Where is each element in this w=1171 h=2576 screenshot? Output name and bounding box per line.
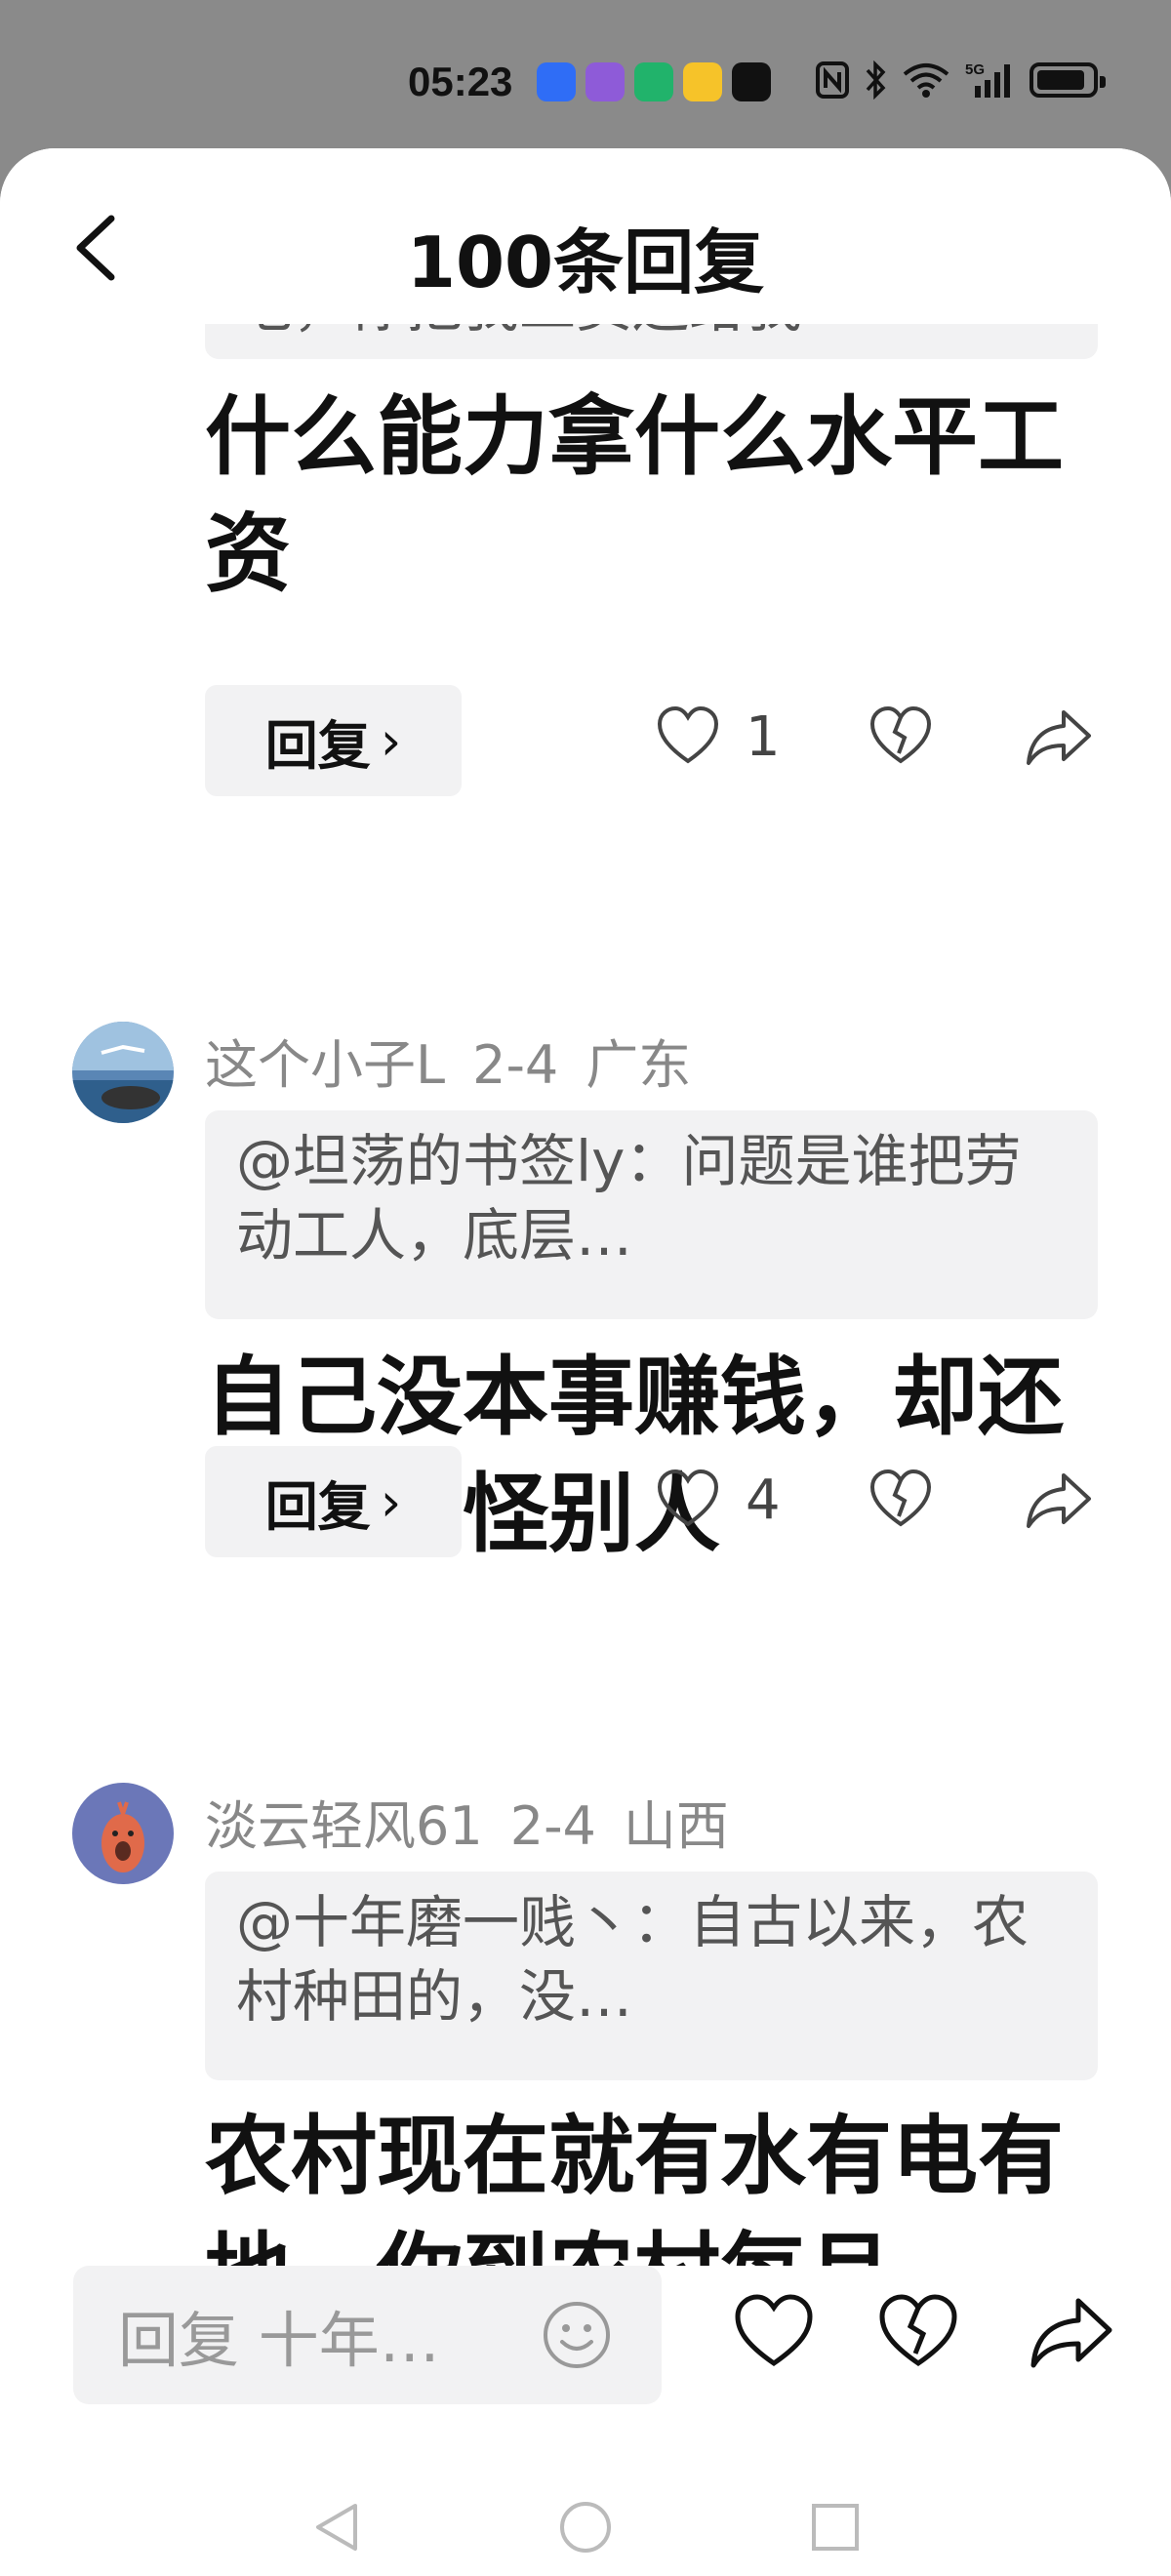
username[interactable]: 这个小子L (205, 1034, 445, 1096)
nav-home-circle-icon[interactable] (558, 2500, 613, 2555)
battery-icon (1030, 62, 1106, 98)
avatar[interactable] (72, 1783, 174, 1884)
sheet-header: 100条回复 (0, 148, 1171, 324)
reply-button[interactable]: 回复 › (205, 1446, 462, 1557)
tiktok-app-icon (732, 62, 771, 101)
comment-body: 什么能力拿什么水平工资 (205, 386, 1065, 604)
reply-input[interactable]: 回复 十年… (73, 2266, 662, 2404)
emoji-icon[interactable] (541, 2299, 613, 2371)
reply-button[interactable]: 回复 › (205, 685, 462, 796)
system-icons: 5G (815, 60, 1106, 100)
battery-level (1037, 70, 1084, 90)
chevron-right-icon: › (380, 1470, 402, 1533)
heart-icon (657, 705, 719, 764)
nav-recents-square-icon[interactable] (810, 2502, 861, 2553)
share-icon[interactable] (1025, 1468, 1093, 1532)
share-icon[interactable] (1025, 704, 1093, 769)
heart-icon (657, 1469, 719, 1527)
comment-location: 广东 (586, 1034, 692, 1096)
bottom-action-bar: 回复 十年… (0, 2266, 1171, 2432)
network-label: 5G (965, 61, 985, 78)
quoted-reply[interactable]: @坦荡的书签ly：问题是谁把劳动工人，底层… (205, 1110, 1098, 1319)
nav-back-triangle-icon[interactable] (312, 2500, 361, 2555)
dislike-broken-heart-icon[interactable] (878, 2293, 958, 2371)
chevron-right-icon: › (380, 709, 402, 772)
comment-meta: 这个小子L 2-4 广东 (205, 1022, 718, 1099)
nfc-icon (816, 61, 849, 99)
quoted-reply[interactable]: 毛，你把我工资还给我 (205, 324, 1098, 359)
username[interactable]: 淡云轻风61 (205, 1795, 483, 1857)
replies-sheet: 100条回复 毛，你把我工资还给我 什么能力拿什么水平工资 回复› 1 (0, 148, 1171, 2576)
like-button[interactable]: 4 (656, 1468, 781, 1532)
like-button[interactable]: 1 (656, 704, 781, 769)
notification-icons (537, 62, 771, 101)
wifi-icon (903, 63, 949, 98)
comment-meta: 淡云轻风61 2-4 山西 (205, 1783, 756, 1860)
comment-location: 山西 (623, 1795, 729, 1857)
comment-date: 2-4 (472, 1034, 559, 1096)
status-time: 05:23 (408, 59, 513, 104)
like-heart-icon[interactable] (734, 2293, 814, 2371)
system-nav-bar (0, 2471, 1171, 2576)
avatar[interactable] (72, 1022, 174, 1123)
bluetooth-icon (866, 60, 886, 100)
duck-app-icon (683, 62, 722, 101)
like-count: 1 (746, 704, 781, 769)
comment-list[interactable]: 毛，你把我工资还给我 什么能力拿什么水平工资 回复› 1 (0, 324, 1171, 2275)
dislike-broken-heart-icon[interactable] (868, 704, 933, 769)
baidu-app-icon (537, 62, 576, 101)
ghost-app-icon (586, 62, 625, 101)
quoted-reply[interactable]: @十年磨一贱丶：自古以来，农村种田的，没… (205, 1872, 1098, 2080)
reply-placeholder: 回复 十年… (118, 2305, 440, 2376)
dislike-broken-heart-icon[interactable] (868, 1468, 933, 1532)
status-bar: 05:23 5G (0, 0, 1171, 146)
page-title: 100条回复 (406, 221, 765, 303)
like-count: 4 (746, 1468, 781, 1532)
cellular-signal-icon: 5G (965, 61, 1010, 98)
rider-app-icon (634, 62, 673, 101)
share-icon[interactable] (1030, 2293, 1115, 2371)
comment-body: 农村现在就有水有电有地，你到农村每月1000试试，你说的这 (205, 2106, 1065, 2275)
comment-date: 2-4 (509, 1795, 596, 1857)
